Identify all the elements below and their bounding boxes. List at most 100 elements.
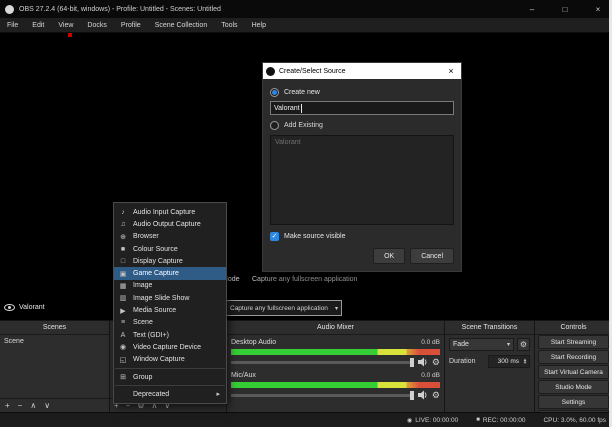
menu-item-audio-output-capture[interactable]: ♫ Audio Output Capture <box>114 218 226 230</box>
volume-slider[interactable] <box>231 390 414 400</box>
channel-name: Mic/Aux <box>231 372 256 379</box>
menu-item-image-slide-show[interactable]: ▥ Image Slide Show <box>114 292 226 304</box>
menu-tools[interactable]: Tools <box>214 18 244 32</box>
make-visible-label: Make source visible <box>284 232 346 240</box>
menu-scene-collection[interactable]: Scene Collection <box>148 18 215 32</box>
create-new-option[interactable]: Create new <box>270 86 454 98</box>
menu-item-scene[interactable]: ≡ Scene <box>114 317 226 329</box>
slider-handle[interactable] <box>409 390 414 400</box>
duration-spinbox[interactable]: 300 ms ▴ ▾ <box>488 355 530 368</box>
volume-slider[interactable] <box>231 357 414 367</box>
dropdown-arrow-icon: ▾ <box>334 305 338 312</box>
scene-move-down-button[interactable]: ∨ <box>44 401 50 410</box>
add-source-context-menu: ♪ Audio Input Capture ♫ Audio Output Cap… <box>113 202 227 405</box>
live-status: ◉ LIVE: 00:00:00 <box>407 417 458 424</box>
menu-docks[interactable]: Docks <box>80 18 113 32</box>
menu-item-colour-source[interactable]: ■ Colour Source <box>114 243 226 255</box>
ok-button[interactable]: OK <box>373 248 406 264</box>
studio-mode-button[interactable]: Studio Mode <box>538 380 609 394</box>
create-new-label: Create new <box>284 88 320 96</box>
source-name: Valorant <box>19 304 45 311</box>
cpu-status: CPU: 3.0%, 60.00 fps <box>543 417 606 424</box>
cpu-text: CPU: 3.0%, 60.00 fps <box>543 416 606 424</box>
mixer-channel-mic-aux: Mic/Aux 0.0 dB ⚙ <box>227 370 444 401</box>
speaker-icon[interactable] <box>417 390 428 400</box>
visible-checkbox[interactable]: ✓ <box>270 231 279 241</box>
menu-item-window-capture[interactable]: ◱ Window Capture <box>114 354 226 366</box>
menu-item-browser[interactable]: ⊕ Browser <box>114 231 226 243</box>
channel-gear-icon[interactable]: ⚙ <box>432 357 440 367</box>
gamepad-icon: ▣ <box>119 270 127 278</box>
remove-scene-button[interactable]: − <box>18 401 23 410</box>
scene-move-up-button[interactable]: ∧ <box>30 401 36 410</box>
menu-bar: File Edit View Docks Profile Scene Colle… <box>0 18 612 33</box>
scenes-dock: Scenes Scene + − ∧ ∨ <box>0 320 110 412</box>
transition-select[interactable]: Fade ▾ <box>449 338 514 351</box>
radio-create-new[interactable] <box>270 87 279 97</box>
scene-list-item[interactable]: Scene <box>0 335 109 348</box>
menu-item-deprecated[interactable]: Deprecated ▸ <box>114 388 226 400</box>
start-virtual-camera-button[interactable]: Start Virtual Camera <box>538 365 609 379</box>
controls-dock: Controls Start Streaming Start Recording… <box>535 320 612 424</box>
radio-add-existing[interactable] <box>270 120 279 130</box>
slider-handle[interactable] <box>409 357 414 367</box>
controls-title: Controls <box>535 321 612 335</box>
text-icon: A <box>120 331 126 339</box>
add-existing-option[interactable]: Add Existing <box>270 119 454 131</box>
menu-item-display-capture[interactable]: □ Display Capture <box>114 255 226 267</box>
volume-db: 0.0 dB <box>421 372 440 379</box>
microphone-icon: ♪ <box>121 208 125 216</box>
menu-item-group[interactable]: ⊞ Group <box>114 371 226 383</box>
menu-profile[interactable]: Profile <box>114 18 148 32</box>
maximize-button[interactable]: □ <box>551 0 579 18</box>
cancel-button[interactable]: Cancel <box>410 248 454 264</box>
scene-transitions-title: Scene Transitions <box>445 321 534 335</box>
existing-source-item[interactable]: Valorant <box>271 136 453 149</box>
dialog-close-button[interactable]: × <box>441 63 461 79</box>
add-scene-button[interactable]: + <box>5 401 10 410</box>
properties-mode-value: Capture any fullscreen application <box>252 276 358 283</box>
menu-edit[interactable]: Edit <box>25 18 51 32</box>
menu-separator <box>115 367 225 369</box>
source-name-input[interactable]: Valorant <box>270 101 454 115</box>
preview-marker <box>68 33 72 37</box>
duration-value: 300 ms <box>497 358 519 365</box>
menu-item-video-capture-device[interactable]: ◉ Video Capture Device <box>114 341 226 353</box>
channel-name: Desktop Audio <box>231 339 277 346</box>
spin-down-icon[interactable]: ▾ <box>521 360 529 365</box>
capture-mode-combobox[interactable]: Capture any fullscreen application ▾ <box>226 300 342 316</box>
monitor-icon: □ <box>120 257 126 265</box>
eye-visibility-icon[interactable] <box>4 304 15 311</box>
menu-item-game-capture[interactable]: ▣ Game Capture <box>114 267 226 280</box>
speaker-icon[interactable] <box>417 357 428 367</box>
existing-sources-list[interactable]: Valorant <box>270 135 454 225</box>
transition-value: Fade <box>453 341 469 348</box>
dialog-body: Create new Valorant Add Existing Valoran… <box>263 79 461 271</box>
menu-item-media-source[interactable]: ▶ Media Source <box>114 304 226 316</box>
submenu-arrow-icon: ▸ <box>216 391 220 399</box>
title-bar: OBS 27.2.4 (64-bit, windows) - Profile: … <box>0 0 612 18</box>
transition-gear-button[interactable]: ⚙ <box>517 338 530 351</box>
menu-view[interactable]: View <box>51 18 80 32</box>
make-source-visible-option[interactable]: ✓ Make source visible <box>270 230 454 242</box>
audio-mixer-dock: Audio Mixer Desktop Audio 0.0 dB ⚙ Mic/A… <box>227 320 445 412</box>
minimize-button[interactable]: – <box>518 0 546 18</box>
menu-item-audio-input-capture[interactable]: ♪ Audio Input Capture <box>114 206 226 218</box>
menu-help[interactable]: Help <box>245 18 273 32</box>
menu-item-image[interactable]: ▦ Image <box>114 280 226 292</box>
live-text: LIVE: 00:00:00 <box>415 416 459 424</box>
settings-button[interactable]: Settings <box>538 395 609 409</box>
gear-icon: ⚙ <box>519 339 528 349</box>
close-button[interactable]: × <box>584 0 612 18</box>
menu-item-text-gdi[interactable]: A Text (GDI+) <box>114 329 226 341</box>
start-streaming-button[interactable]: Start Streaming <box>538 335 609 349</box>
rec-icon: ■ <box>476 417 480 423</box>
source-list-item[interactable]: Valorant <box>4 304 45 311</box>
rec-text: REC: 00:00:00 <box>482 416 526 424</box>
channel-gear-icon[interactable]: ⚙ <box>432 390 440 400</box>
menu-separator <box>115 385 225 387</box>
dialog-title-bar[interactable]: Create/Select Source × <box>263 63 461 79</box>
start-recording-button[interactable]: Start Recording <box>538 350 609 364</box>
menu-file[interactable]: File <box>0 18 25 32</box>
add-existing-label: Add Existing <box>284 121 323 129</box>
